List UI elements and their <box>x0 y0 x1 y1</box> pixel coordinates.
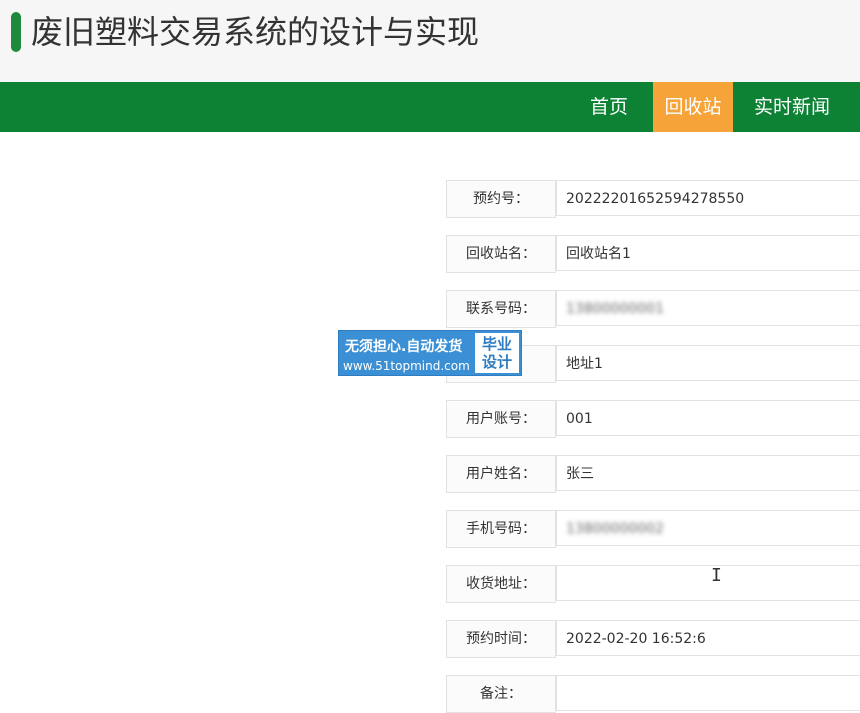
form-row-mobile: 手机号码： 13800000002 <box>446 510 860 548</box>
contact-phone-field[interactable]: 13800000001 <box>556 290 860 326</box>
form-row-station-name: 回收站名： 回收站名1 <box>446 235 860 273</box>
form-row-contact-phone: 联系号码： 13800000001 <box>446 290 860 328</box>
blurred-mobile: 13800000002 <box>566 521 664 537</box>
field-label: 手机号码： <box>446 510 556 548</box>
mobile-field[interactable]: 13800000002 <box>556 510 860 546</box>
form-row-user-name: 用户姓名： 张三 <box>446 455 860 493</box>
field-label: 回收站名： <box>446 235 556 273</box>
field-label: 备注： <box>446 675 556 713</box>
field-label: 用户姓名： <box>446 455 556 493</box>
delivery-address-field[interactable] <box>556 565 860 601</box>
watermark-badge: 毕业 设计 <box>475 333 519 373</box>
field-label: 收货地址： <box>446 565 556 603</box>
user-name-field[interactable]: 张三 <box>556 455 860 491</box>
field-label: 预约号： <box>446 180 556 218</box>
nav-item-home[interactable]: 首页 <box>576 82 642 132</box>
main-nav: 首页 回收站 实时新闻 <box>0 82 860 132</box>
field-label: 用户账号： <box>446 400 556 438</box>
nav-item-recycle-station[interactable]: 回收站 <box>653 82 733 132</box>
form-row-remark: 备注： <box>446 675 860 713</box>
field-label: 联系号码： <box>446 290 556 328</box>
form-row-delivery-address: 收货地址： <box>446 565 860 603</box>
field-label: 预约时间： <box>446 620 556 658</box>
watermark-url: www.51topmind.com <box>343 359 470 373</box>
form-row-user-account: 用户账号： 001 <box>446 400 860 438</box>
nav-item-news[interactable]: 实时新闻 <box>740 82 844 132</box>
watermark-slogan: 无须担心.自动发货 <box>345 339 463 355</box>
reservation-no-field[interactable]: 20222201652594278550 <box>556 180 860 216</box>
reservation-time-field[interactable]: 2022-02-20 16:52:6 <box>556 620 860 656</box>
page-header: 废旧塑料交易系统的设计与实现 <box>0 0 860 82</box>
address-field[interactable]: 地址1 <box>556 345 860 381</box>
watermark-banner: 无须担心.自动发货 www.51topmind.com 毕业 设计 <box>338 330 522 376</box>
text-cursor-icon: I <box>711 565 722 586</box>
title-accent-bar <box>11 12 21 52</box>
site-title: 废旧塑料交易系统的设计与实现 <box>31 13 480 51</box>
remark-field[interactable] <box>556 675 860 711</box>
form-row-reservation-time: 预约时间： 2022-02-20 16:52:6 <box>446 620 860 658</box>
form-row-reservation-no: 预约号： 20222201652594278550 <box>446 180 860 218</box>
user-account-field[interactable]: 001 <box>556 400 860 436</box>
watermark-badge-line1: 毕业 <box>481 335 512 353</box>
station-name-field[interactable]: 回收站名1 <box>556 235 860 271</box>
blurred-contact-phone: 13800000001 <box>566 301 664 317</box>
watermark-badge-line2: 设计 <box>481 353 512 371</box>
